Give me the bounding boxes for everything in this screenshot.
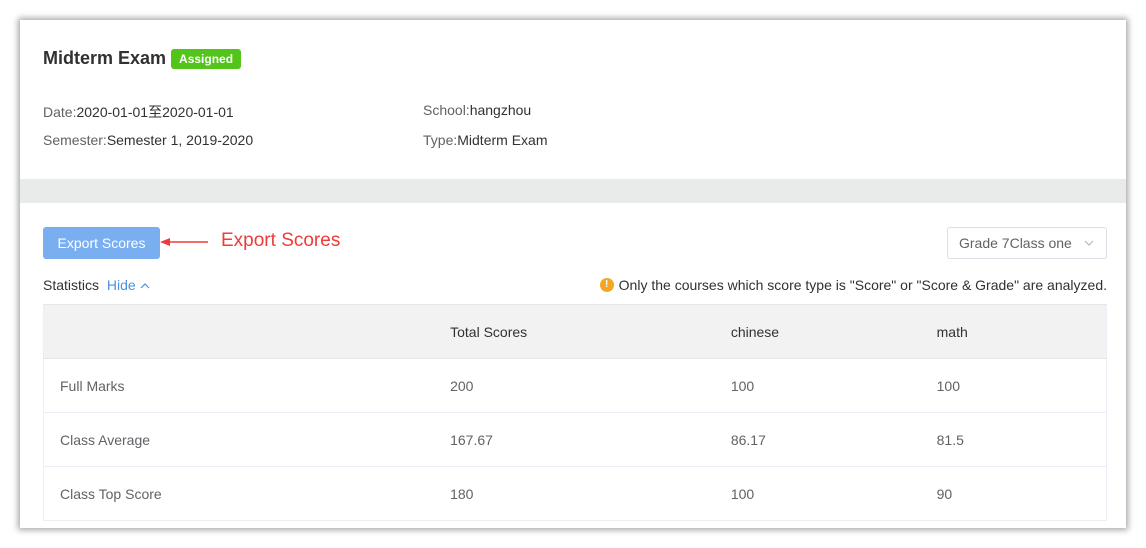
date-field: Date:2020-01-01至2020-01-01: [43, 102, 234, 122]
type-value: Midterm Exam: [457, 132, 548, 148]
column-header: chinese: [730, 304, 937, 359]
school-label: School:: [423, 102, 470, 118]
status-badge: Assigned: [171, 48, 242, 69]
type-field: Type:Midterm Exam: [423, 132, 547, 148]
section-divider: [20, 179, 1126, 203]
date-label: Date:: [43, 104, 77, 120]
export-scores-button[interactable]: Export Scores: [43, 227, 160, 259]
arrow-left-icon: [160, 238, 208, 246]
warning-icon: !: [599, 278, 614, 292]
table-cell: 100: [730, 358, 937, 413]
chevron-up-icon: [140, 283, 150, 289]
statistics-label: Statistics: [43, 277, 100, 293]
date-value: 2020-01-01至2020-01-01: [76, 104, 234, 120]
row-label: Class Top Score: [43, 466, 451, 521]
school-field: School:hangzhou: [423, 102, 531, 118]
statistics-table: Total Scores chinese math Full Marks 200…: [43, 304, 1107, 521]
table-row: Full Marks 200 100 100: [43, 358, 1107, 413]
title-row: Midterm Exam Assigned: [43, 48, 242, 69]
school-value: hangzhou: [469, 102, 532, 118]
table-row: Class Average 167.67 86.17 81.5: [43, 412, 1107, 467]
exam-detail-window: Midterm Exam Assigned Date:2020-01-01至20…: [20, 20, 1126, 528]
analysis-note-text: Only the courses which score type is "Sc…: [618, 277, 1107, 293]
exam-title: Midterm Exam: [43, 48, 167, 68]
table-cell: 180: [450, 466, 731, 521]
column-header: [43, 304, 451, 359]
semester-field: Semester:Semester 1, 2019-2020: [43, 132, 253, 148]
semester-value: Semester 1, 2019-2020: [106, 132, 254, 148]
table-cell: 81.5: [936, 412, 1107, 467]
table-header-row: Total Scores chinese math: [43, 304, 1107, 359]
row-label: Full Marks: [43, 358, 451, 413]
type-label: Type:: [423, 132, 458, 148]
annotation-label: Export Scores: [221, 230, 341, 251]
statistics-header: Statistics Hide: [43, 277, 150, 293]
table-cell: 90: [936, 466, 1107, 521]
row-label: Class Average: [43, 412, 451, 467]
scores-section: Export Scores Export Scores Grade 7Class…: [20, 203, 1126, 528]
table-cell: 100: [936, 358, 1107, 413]
table-row: Class Top Score 180 100 90: [43, 466, 1107, 521]
table-cell: 100: [730, 466, 937, 521]
table-cell: 167.67: [450, 412, 731, 467]
column-header: Total Scores: [450, 304, 731, 359]
table-cell: 200: [450, 358, 731, 413]
class-select[interactable]: Grade 7Class one: [947, 227, 1107, 259]
table-cell: 86.17: [730, 412, 937, 467]
hide-statistics-toggle[interactable]: Hide: [107, 277, 150, 293]
chevron-down-icon: [1084, 240, 1094, 246]
hide-toggle-label: Hide: [106, 277, 136, 293]
analysis-note: ! Only the courses which score type is "…: [599, 277, 1107, 293]
class-select-value: Grade 7Class one: [959, 235, 1072, 251]
semester-label: Semester:: [43, 132, 107, 148]
exam-info-panel: Midterm Exam Assigned Date:2020-01-01至20…: [20, 20, 1126, 179]
column-header: math: [936, 304, 1107, 359]
